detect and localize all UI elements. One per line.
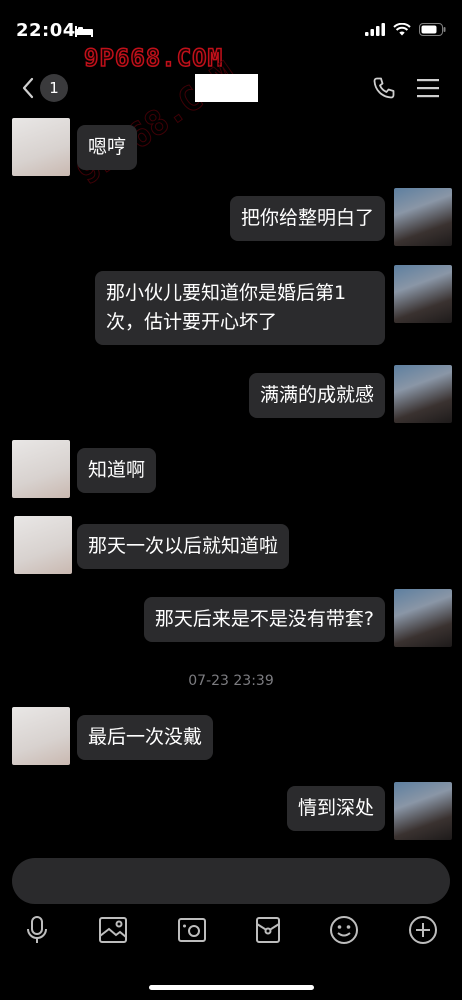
plus-icon[interactable] bbox=[408, 915, 438, 945]
microphone-icon[interactable] bbox=[24, 915, 50, 945]
battery-icon bbox=[419, 23, 446, 36]
sleep-mode-icon bbox=[75, 26, 93, 37]
menu-icon[interactable] bbox=[416, 78, 440, 98]
input-toolbar bbox=[0, 912, 462, 948]
camera-icon[interactable] bbox=[177, 916, 207, 944]
message-bubble-incoming[interactable]: 最后一次没戴 bbox=[77, 715, 214, 760]
my-avatar[interactable] bbox=[394, 365, 452, 423]
message-timestamp: 07-23 23:39 bbox=[188, 673, 274, 689]
back-button[interactable]: 1 bbox=[22, 74, 68, 102]
my-avatar[interactable] bbox=[394, 188, 452, 246]
home-indicator[interactable] bbox=[149, 985, 314, 990]
contact-avatar[interactable] bbox=[12, 440, 70, 498]
message-bubble-incoming[interactable]: 知道啊 bbox=[77, 448, 157, 493]
my-avatar[interactable] bbox=[394, 265, 452, 323]
phone-icon[interactable] bbox=[372, 76, 396, 100]
wifi-icon bbox=[393, 23, 411, 36]
signal-icon bbox=[365, 23, 385, 36]
message-bubble-outgoing[interactable]: 情到深处 bbox=[286, 786, 385, 831]
emoji-icon[interactable] bbox=[329, 915, 359, 945]
status-time: 22:04 bbox=[16, 20, 76, 41]
chevron-left-icon bbox=[22, 77, 34, 99]
message-bubble-incoming[interactable]: 嗯哼 bbox=[77, 125, 138, 170]
header-actions bbox=[372, 76, 440, 100]
status-icons bbox=[365, 23, 446, 36]
message-bubble-incoming[interactable]: 那天一次以后就知道啦 bbox=[77, 524, 290, 569]
contact-name-redacted bbox=[195, 74, 258, 102]
red-packet-icon[interactable] bbox=[255, 916, 281, 944]
contact-avatar[interactable] bbox=[14, 516, 72, 574]
message-bubble-outgoing[interactable]: 那天后来是不是没有带套? bbox=[143, 597, 385, 642]
unread-count-badge: 1 bbox=[40, 74, 68, 102]
contact-avatar[interactable] bbox=[12, 707, 70, 765]
message-input[interactable] bbox=[12, 858, 450, 904]
message-bubble-outgoing[interactable]: 那小伙儿要知道你是婚后第1次，估计要开心坏了 bbox=[95, 271, 385, 345]
message-bubble-outgoing[interactable]: 满满的成就感 bbox=[248, 373, 385, 418]
image-icon[interactable] bbox=[98, 916, 128, 944]
contact-avatar[interactable] bbox=[12, 118, 70, 176]
my-avatar[interactable] bbox=[394, 782, 452, 840]
message-bubble-outgoing[interactable]: 把你给整明白了 bbox=[229, 196, 385, 241]
my-avatar[interactable] bbox=[394, 589, 452, 647]
